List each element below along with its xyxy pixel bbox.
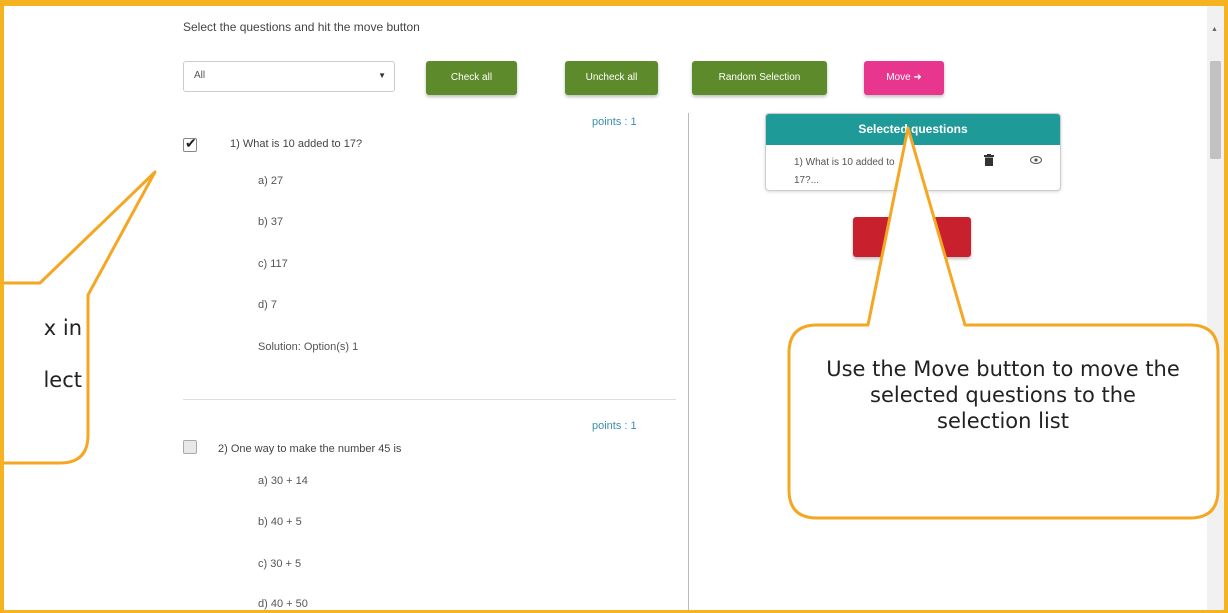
- right-callout-text: Use the Move button to move the selected…: [826, 357, 1180, 433]
- left-callout-text: x in lect: [43, 316, 82, 392]
- callout-overlay: [0, 126, 1220, 520]
- right-callout-bubble: [787, 126, 1220, 520]
